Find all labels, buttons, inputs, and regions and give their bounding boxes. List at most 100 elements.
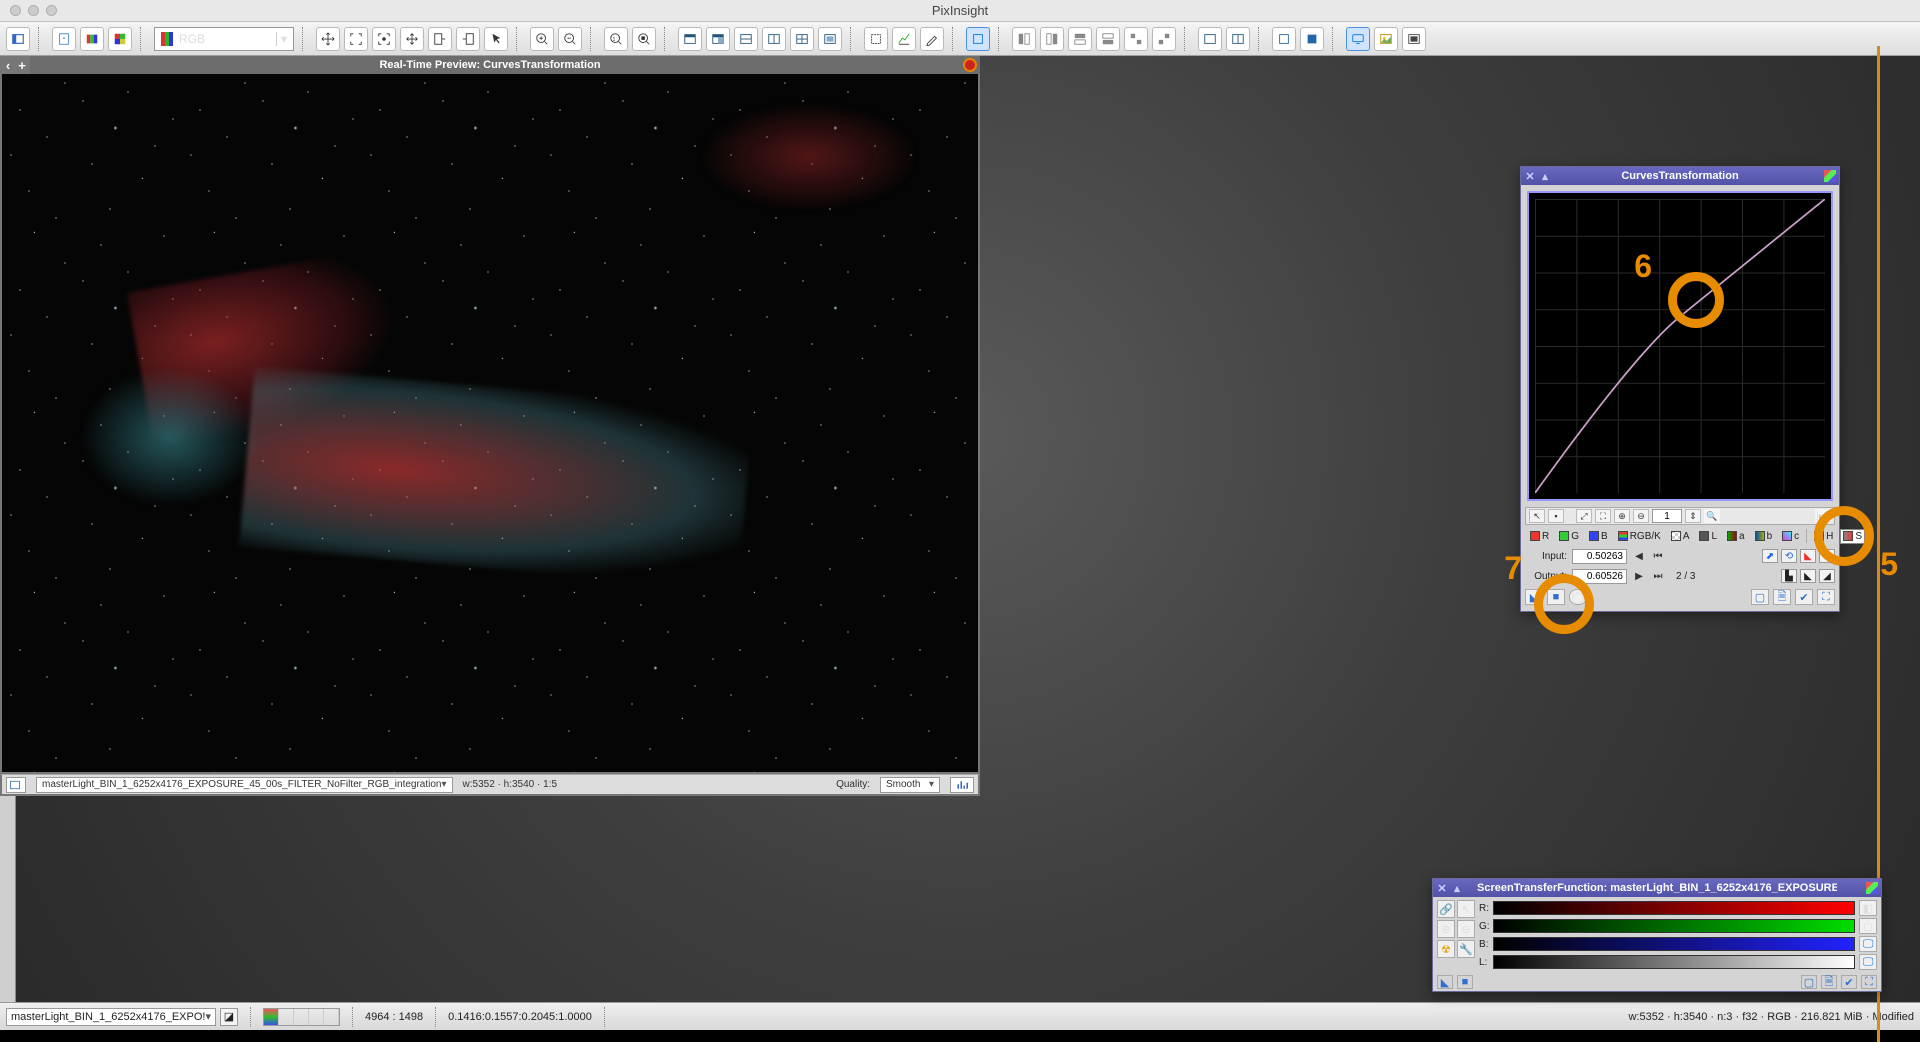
curve-zoom-out[interactable]: ⊖ [1633, 509, 1649, 523]
stf-zoomin-button[interactable]: ⊕ [1437, 920, 1455, 938]
last-point-button[interactable]: ⏭ [1651, 569, 1665, 583]
status-file-select[interactable]: masterLight_BIN_1_6252x4176_EXPO! ▾ [6, 1008, 216, 1026]
status-channel-swatches[interactable] [263, 1008, 340, 1026]
curves-collapse-icon[interactable]: ▴ [1540, 171, 1550, 181]
curve-zoom-fit[interactable]: ⛶ [1595, 509, 1611, 523]
stf-r-slider[interactable] [1493, 901, 1855, 915]
curves-title-bar[interactable]: ✕ ▴ CurvesTransformation [1521, 167, 1839, 185]
first-point-button[interactable]: ⏮ [1651, 549, 1665, 563]
realtime-preview-button[interactable] [966, 27, 990, 51]
stf-link-button[interactable]: 🔗 [1437, 900, 1455, 918]
preview-target-icon[interactable] [6, 777, 26, 793]
stf-pointer-button[interactable]: ↖ [1457, 900, 1475, 918]
stf-monitor2-button[interactable]: 🖵 [1859, 954, 1877, 970]
stf-trackview-button[interactable]: ◧ [1859, 900, 1877, 916]
channel-lab-a[interactable]: a [1724, 529, 1748, 544]
interp-linear-button[interactable]: ▙ [1781, 569, 1797, 583]
layout-b-button[interactable] [1040, 27, 1064, 51]
display-monitor-button[interactable] [1346, 27, 1370, 51]
preview-close-button[interactable] [963, 58, 977, 72]
channel-a-alpha[interactable]: A [1668, 529, 1693, 544]
rect-select-right-button[interactable] [456, 27, 480, 51]
move-tool-button[interactable] [316, 27, 340, 51]
preview-file-select[interactable]: masterLight_BIN_1_6252x4176_EXPOSURE_45_… [36, 777, 453, 793]
workspace-1-button[interactable] [1198, 27, 1222, 51]
display-image-button[interactable] [1374, 27, 1398, 51]
zoom-1to1-button[interactable]: 1 [604, 27, 628, 51]
process-b-button[interactable] [1300, 27, 1324, 51]
window-mode-5-button[interactable] [790, 27, 814, 51]
window-mode-4-button[interactable] [762, 27, 786, 51]
curve-zoom-magnifier[interactable]: 🔍 [1704, 509, 1720, 523]
channel-c[interactable]: c [1779, 529, 1802, 544]
channel-g[interactable]: G [1556, 529, 1582, 544]
process-a-button[interactable] [1272, 27, 1296, 51]
zoom-in-button[interactable] [530, 27, 554, 51]
input-value[interactable] [1572, 549, 1627, 564]
channel-lab-b[interactable]: b [1752, 529, 1776, 544]
layout-f-button[interactable] [1152, 27, 1176, 51]
apply-triangle-button[interactable]: ◣ [1525, 589, 1543, 605]
stf-monitor-button[interactable]: 🖵 [1859, 936, 1877, 952]
stf-auto-button[interactable]: ☢ [1437, 940, 1455, 958]
reset-button[interactable]: ⛶ [1817, 589, 1835, 605]
documentation-button[interactable]: 🗎 [1773, 589, 1791, 605]
select-tool-button[interactable] [864, 27, 888, 51]
channel-select[interactable]: RGB ▾ [154, 27, 294, 51]
curves-plot[interactable] [1527, 191, 1833, 501]
channel-rgbk[interactable]: RGB/K [1615, 529, 1664, 544]
colorspace-button[interactable] [80, 27, 104, 51]
stf-title-bar[interactable]: ✕ ▴ ScreenTransferFunction: masterLight_… [1433, 879, 1881, 897]
edit-tool-button[interactable] [920, 27, 944, 51]
curve-pick-tool[interactable]: ↖ [1529, 509, 1545, 523]
window-mode-2-button[interactable] [706, 27, 730, 51]
left-panel-handle[interactable]: ‹+ [0, 56, 30, 74]
stf-b-slider[interactable] [1493, 937, 1855, 951]
curve-zoom-value[interactable] [1652, 509, 1682, 523]
window-mode-1-button[interactable] [678, 27, 702, 51]
workspace-2-button[interactable] [1226, 27, 1250, 51]
quality-select[interactable]: Smooth ▾ [880, 777, 940, 793]
curve-zoom-x-out[interactable]: ⤢ [1576, 509, 1592, 523]
restore-curve-button[interactable]: ⟲ [1781, 549, 1797, 563]
mac-minimize-button[interactable] [28, 5, 39, 16]
stf-apply-triangle[interactable]: ◣ [1437, 975, 1453, 989]
mac-zoom-button[interactable] [46, 5, 57, 16]
window-mode-3-button[interactable] [734, 27, 758, 51]
layout-a-button[interactable] [1012, 27, 1036, 51]
stf-zoomout-button[interactable]: ⊖ [1457, 920, 1475, 938]
interp-cubic-button[interactable]: ◣ [1800, 569, 1816, 583]
stf-l-slider[interactable] [1493, 955, 1855, 969]
preview-stats-button[interactable] [950, 777, 974, 793]
stf-check[interactable]: ✔ [1841, 975, 1857, 989]
stf-close-icon[interactable]: ✕ [1437, 883, 1447, 893]
toggle-explorer-button[interactable] [6, 27, 30, 51]
interp-akima-button[interactable]: ◢ [1819, 569, 1835, 583]
preview-title-bar[interactable]: Real-Time Preview: CurvesTransformation [0, 56, 980, 74]
channel-h[interactable]: H [1811, 529, 1836, 544]
rect-select-left-button[interactable] [428, 27, 452, 51]
zoom-out-button[interactable] [558, 27, 582, 51]
apply-square-button[interactable]: ■ [1547, 589, 1565, 605]
next-point-button[interactable]: ▶ [1632, 569, 1646, 583]
output-value[interactable] [1572, 569, 1627, 584]
stf-new-instance[interactable]: ▢ [1801, 975, 1817, 989]
layout-e-button[interactable] [1124, 27, 1148, 51]
apply-check-button[interactable]: ✔ [1795, 589, 1813, 605]
curve-zoom-in[interactable]: ⊕ [1614, 509, 1630, 523]
prev-point-button[interactable]: ◀ [1632, 549, 1646, 563]
fit-view-button[interactable] [344, 27, 368, 51]
stf-collapse-icon[interactable]: ▴ [1452, 883, 1462, 893]
stf-doc[interactable]: 🗎 [1821, 975, 1837, 989]
palette-button[interactable] [108, 27, 132, 51]
zoom-center-button[interactable] [372, 27, 396, 51]
realtime-preview-toggle[interactable]: ◯ [1569, 589, 1587, 605]
layout-d-button[interactable] [1096, 27, 1120, 51]
status-icon-button[interactable]: ◪ [220, 1008, 238, 1026]
preview-canvas[interactable] [0, 74, 980, 774]
zoom-fit-button[interactable] [632, 27, 656, 51]
curve-histogram-button[interactable]: 📊 [1815, 509, 1831, 523]
new-image-button[interactable] [52, 27, 76, 51]
stf-reset[interactable]: ⛶ [1861, 975, 1877, 989]
channel-s[interactable]: S [1840, 529, 1865, 544]
